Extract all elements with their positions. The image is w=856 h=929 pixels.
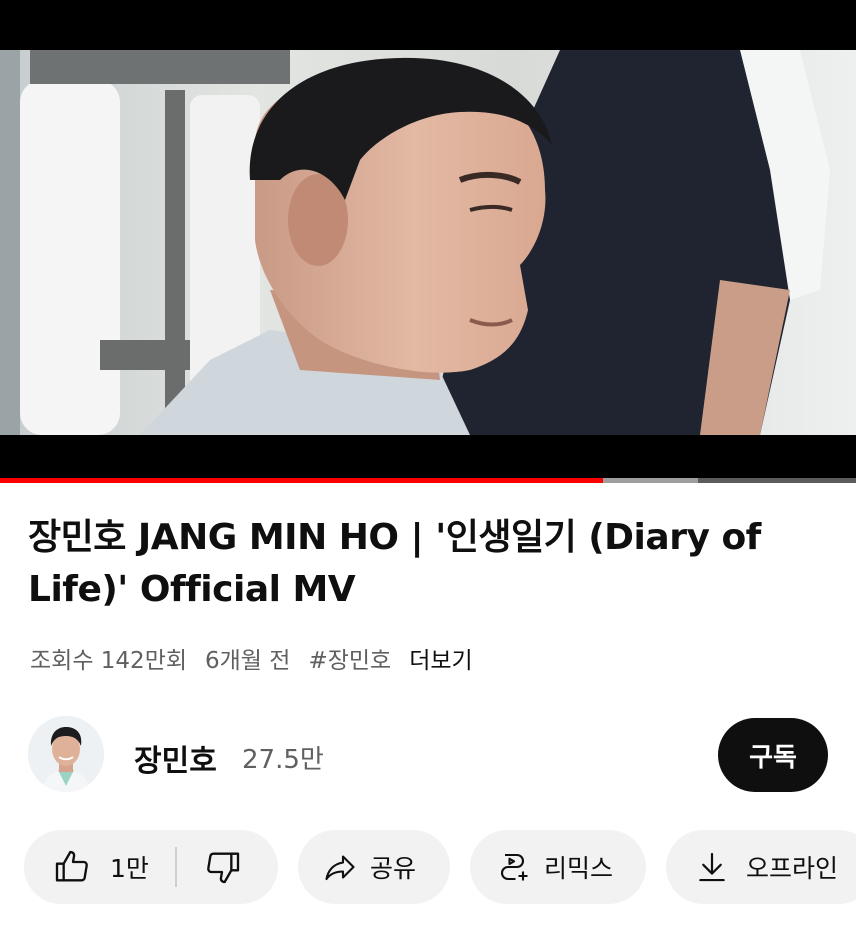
remix-icon xyxy=(496,849,532,885)
dislike-button[interactable] xyxy=(177,830,271,904)
thumbs-up-icon xyxy=(52,847,92,887)
subscriber-count: 27.5만 xyxy=(242,745,324,775)
channel-name[interactable]: 장민호 xyxy=(134,736,217,780)
video-frame[interactable] xyxy=(0,50,856,435)
avatar-image xyxy=(28,716,104,792)
progress-bar[interactable] xyxy=(0,478,856,483)
remix-button[interactable]: 리믹스 xyxy=(470,830,646,904)
channel-row: 장민호 27.5만 구독 xyxy=(28,716,828,796)
share-button[interactable]: 공유 xyxy=(298,830,450,904)
progress-played xyxy=(0,478,604,483)
video-still-image xyxy=(0,50,856,435)
share-label: 공유 xyxy=(370,854,417,883)
offline-label: 오프라인 xyxy=(746,854,839,883)
share-arrow-icon xyxy=(322,849,358,885)
thumbs-down-icon xyxy=(203,847,243,887)
video-title[interactable]: 장민호 JANG MIN HO | '인생일기 (Diary of Life)'… xyxy=(28,512,838,616)
subscribe-button[interactable]: 구독 xyxy=(718,718,828,792)
view-count: 조회수 142만회 xyxy=(30,648,188,674)
channel-avatar[interactable] xyxy=(28,716,104,792)
offline-download-button[interactable]: 오프라인 xyxy=(666,830,856,904)
more-link[interactable]: 더보기 xyxy=(409,641,472,675)
video-meta-row[interactable]: 조회수 142만회 6개월 전 #장민호 더보기 xyxy=(30,640,473,676)
like-count: 1만 xyxy=(110,854,149,883)
like-dislike-pill: 1만 xyxy=(24,830,278,904)
action-row: 1만 공유 리믹스 오프라인 xyxy=(0,830,856,904)
hashtag-link[interactable]: #장민호 xyxy=(308,641,391,675)
upload-age: 6개월 전 xyxy=(205,648,291,674)
video-watch-page: 장민호 JANG MIN HO | '인생일기 (Diary of Life)'… xyxy=(0,0,856,929)
video-player[interactable] xyxy=(0,0,856,483)
remix-label: 리믹스 xyxy=(544,854,614,883)
download-icon xyxy=(696,849,728,885)
like-button[interactable]: 1만 xyxy=(24,830,149,904)
